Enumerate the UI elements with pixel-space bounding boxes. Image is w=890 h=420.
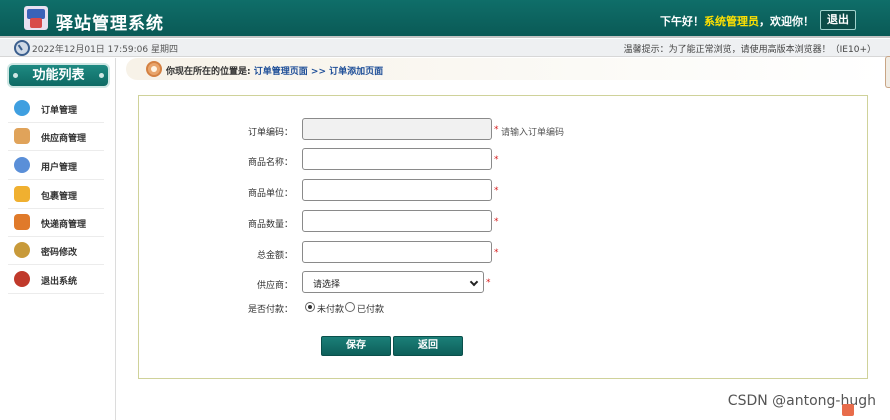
back-button[interactable]: 返回 xyxy=(393,336,463,356)
order-code-hint: 请输入订单编码 xyxy=(501,128,565,138)
unpaid-radio[interactable] xyxy=(305,302,315,312)
product-name-label: 商品名称： xyxy=(247,158,293,168)
key-icon xyxy=(14,242,30,258)
datetime: 2022年12月01日 17:59:06 星期四 xyxy=(32,45,178,55)
clock-icon xyxy=(14,40,30,56)
supplier-truck-icon xyxy=(14,128,30,144)
top-header: 驿站管理系统 下午好！系统管理员，欢迎你！ 退出 xyxy=(0,0,890,38)
side-collapse-tab[interactable] xyxy=(885,56,890,88)
breadcrumb-link-orders[interactable]: 订单管理页面 xyxy=(254,67,308,77)
csdn-badge-icon xyxy=(842,404,854,416)
sidebar-item-label: 供应商管理 xyxy=(41,134,87,144)
order-code-label: 订单编码： xyxy=(247,128,293,138)
sidebar-item-users[interactable]: 用户管理 xyxy=(8,154,104,180)
sidebar-item-label: 密码修改 xyxy=(41,248,78,258)
order-form-panel: 订单编码： * 请输入订单编码 商品名称： * 商品单位： * 商品数量： * … xyxy=(138,95,868,379)
product-unit-input[interactable] xyxy=(302,179,492,201)
house-icon xyxy=(14,214,30,230)
product-count-input[interactable] xyxy=(302,210,492,232)
breadcrumb-link-add-order[interactable]: 订单添加页面 xyxy=(329,67,383,77)
sidebar-item-label: 退出系统 xyxy=(41,277,78,287)
required-mark: * xyxy=(494,248,499,258)
sidebar-item-password[interactable]: 密码修改 xyxy=(8,239,104,265)
required-mark: * xyxy=(494,217,499,227)
location-icon xyxy=(146,61,162,77)
sidebar-item-couriers[interactable]: 快递商管理 xyxy=(8,211,104,237)
sidebar-item-label: 用户管理 xyxy=(41,163,78,173)
product-count-label: 商品数量： xyxy=(247,220,293,230)
user-role: 系统管理员 xyxy=(704,15,759,28)
breadcrumb-prefix: 你现在所在的位置是: xyxy=(166,67,251,77)
sidebar-item-orders[interactable]: 订单管理 xyxy=(8,97,104,123)
order-code-input[interactable] xyxy=(302,118,492,140)
chevron-down-icon xyxy=(469,277,479,287)
paid-radio-label: 已付款 xyxy=(357,305,385,315)
supplier-selected-value: 请选择 xyxy=(313,280,341,290)
total-amount-label: 总金额： xyxy=(256,251,293,261)
greeting-suffix: ，欢迎你！ xyxy=(759,15,814,28)
sidebar-title: 功能列表 xyxy=(9,65,108,86)
sidebar-item-packages[interactable]: 包裹管理 xyxy=(8,183,104,209)
required-mark: * xyxy=(494,125,499,135)
logout-button[interactable]: 退出 xyxy=(820,10,856,30)
sidebar-item-label: 订单管理 xyxy=(41,106,78,116)
unpaid-radio-label: 未付款 xyxy=(317,305,345,315)
sidebar-item-label: 包裹管理 xyxy=(41,192,78,202)
exit-icon xyxy=(14,271,30,287)
product-unit-label: 商品单位： xyxy=(247,189,293,199)
greeting: 下午好！系统管理员，欢迎你！ xyxy=(660,13,814,29)
sidebar-title-text: 功能列表 xyxy=(32,68,85,83)
browser-tip: 温馨提示：为了能正常浏览，请使用高版本浏览器！（IE10+） xyxy=(623,45,876,55)
package-icon xyxy=(14,186,30,202)
app-title: 驿站管理系统 xyxy=(56,14,164,34)
product-name-input[interactable] xyxy=(302,148,492,170)
breadcrumb-separator: >> xyxy=(307,67,330,77)
breadcrumb-text: 你现在所在的位置是: 订单管理页面 >> 订单添加页面 xyxy=(166,64,383,77)
total-amount-input[interactable] xyxy=(302,241,492,263)
app-logo xyxy=(24,6,48,30)
user-icon xyxy=(14,157,30,173)
paid-radio[interactable] xyxy=(345,302,355,312)
breadcrumb: 你现在所在的位置是: 订单管理页面 >> 订单添加页面 xyxy=(126,58,886,80)
greeting-prefix: 下午好！ xyxy=(660,15,704,28)
status-bar: 2022年12月01日 17:59:06 星期四 温馨提示：为了能正常浏览，请使… xyxy=(0,39,890,57)
supplier-select[interactable]: 请选择 xyxy=(302,271,484,293)
supplier-label: 供应商： xyxy=(256,281,293,291)
sidebar-item-label: 快递商管理 xyxy=(41,220,87,230)
required-mark: * xyxy=(486,278,491,288)
sidebar-item-exit[interactable]: 退出系统 xyxy=(8,268,104,294)
save-button[interactable]: 保存 xyxy=(321,336,391,356)
sidebar: 功能列表 订单管理 供应商管理 用户管理 包裹管理 快递商管理 密码修改 退出系… xyxy=(0,58,116,420)
paid-label: 是否付款： xyxy=(247,305,293,315)
order-icon xyxy=(14,100,30,116)
sidebar-item-suppliers[interactable]: 供应商管理 xyxy=(8,125,104,151)
required-mark: * xyxy=(494,186,499,196)
required-mark: * xyxy=(494,155,499,165)
